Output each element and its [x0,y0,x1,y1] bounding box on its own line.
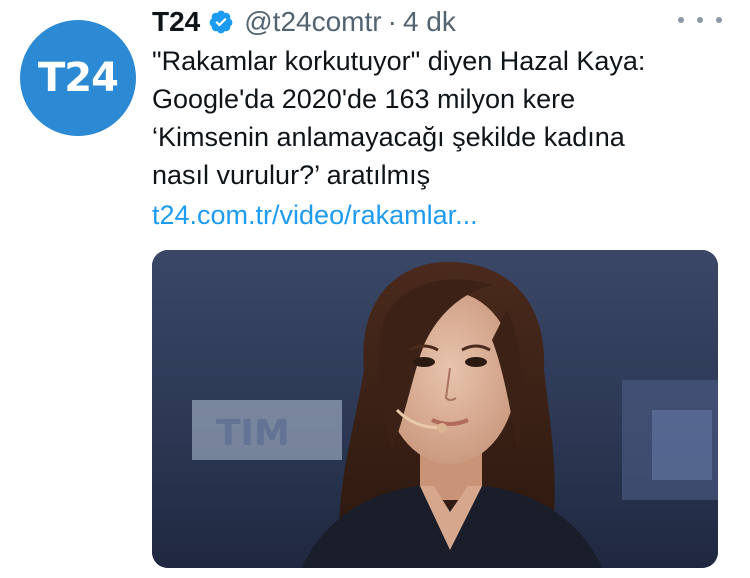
tweet-link[interactable]: t24.com.tr/video/rakamlar... [152,196,478,234]
tweet-media-image[interactable]: TIM [152,250,718,568]
separator-dot: · [387,6,397,37]
more-options-icon[interactable] [678,10,722,30]
display-name[interactable]: T24 [152,4,200,40]
handle[interactable]: @t24comtr [244,4,381,40]
tweet[interactable]: T24 T24 @t24comtr · 4 dk "Rakamlar korku… [0,0,750,578]
avatar[interactable]: T24 [20,20,136,136]
avatar-logo-text: T24 [38,55,119,101]
timestamp[interactable]: 4 dk [403,4,456,40]
tweet-text: "Rakamlar korkutuyor" diyen Hazal Kaya: … [152,46,646,190]
more-dot-icon [716,17,722,23]
verified-badge-icon [209,10,233,34]
more-dot-icon [678,17,684,23]
woman-portrait-image: TIM [152,250,718,568]
tweet-header: T24 @t24comtr · 4 dk [152,4,456,40]
backdrop-text: TIM [216,413,290,454]
more-dot-icon [697,17,703,23]
